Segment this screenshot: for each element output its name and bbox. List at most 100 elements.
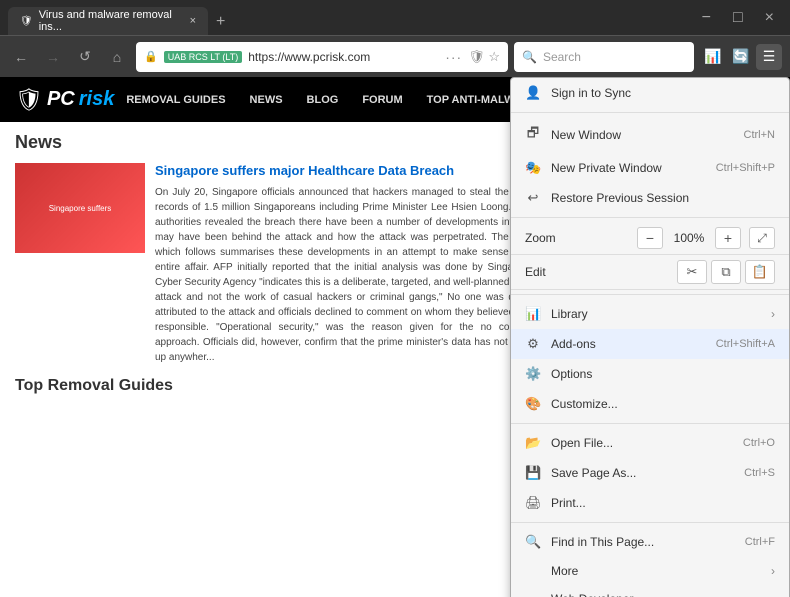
browser-frame: 🛡 Virus and malware removal ins... × + −… — [0, 0, 790, 597]
options-icon: ⚙️ — [525, 366, 541, 382]
menu-new-window[interactable]: 🗗 New Window Ctrl+N — [511, 117, 789, 153]
cut-button[interactable]: ✂ — [677, 260, 707, 284]
main-article-title[interactable]: Singapore suffers major Healthcare Data … — [155, 163, 540, 180]
find-icon: 🔍 — [525, 534, 541, 550]
logo-risk: risk — [79, 88, 115, 111]
find-shortcut: Ctrl+F — [745, 536, 775, 548]
zoom-minus-button[interactable]: − — [637, 227, 663, 249]
org-badge: UAB RCS LT (LT) — [164, 51, 243, 63]
reload-button[interactable]: ↺ — [72, 44, 98, 70]
nav-forum[interactable]: FORUM — [350, 94, 414, 106]
active-tab[interactable]: 🛡 Virus and malware removal ins... × — [8, 7, 208, 35]
maximize-button[interactable]: □ — [725, 0, 751, 35]
zoom-fullscreen-button[interactable]: ⤢ — [749, 227, 775, 249]
lock-icon: 🔒 — [144, 50, 158, 63]
menu-print[interactable]: 🖨 Print... — [511, 488, 789, 518]
main-article-body: On July 20, Singapore officials announce… — [155, 185, 540, 365]
menu-restore-session[interactable]: ↩ Restore Previous Session — [511, 183, 789, 213]
addons-icon: ⚙ — [525, 336, 541, 352]
search-icon: 🔍 — [522, 50, 537, 64]
edit-label: Edit — [525, 265, 673, 279]
copy-button[interactable]: ⧉ — [711, 260, 741, 284]
minimize-button[interactable]: − — [694, 0, 719, 35]
edit-control: Edit ✂ ⧉ 📋 — [511, 255, 789, 290]
zoom-plus-button[interactable]: + — [715, 227, 741, 249]
address-bar[interactable]: 🔒 UAB RCS LT (LT) https://www.pcrisk.com… — [136, 42, 508, 72]
reader-mode-icon[interactable]: 📊 — [700, 44, 726, 70]
paste-button[interactable]: 📋 — [745, 260, 775, 284]
tab-favicon: 🛡 — [20, 16, 33, 27]
back-button[interactable]: ← — [8, 44, 34, 70]
forward-button[interactable]: → — [40, 44, 66, 70]
website-content: 🛡 PC risk REMOVAL GUIDES NEWS BLOG FORUM… — [0, 77, 790, 597]
url-text: https://www.pcrisk.com — [248, 50, 439, 64]
save-page-label: Save Page As... — [551, 466, 734, 480]
options-label: Options — [551, 367, 775, 381]
logo-pc: PC — [47, 88, 75, 111]
menu-open-file[interactable]: 📂 Open File... Ctrl+O — [511, 428, 789, 458]
menu-private-window[interactable]: 🎭 New Private Window Ctrl+Shift+P — [511, 153, 789, 183]
menu-customize[interactable]: 🎨 Customize... — [511, 389, 789, 419]
menu-find[interactable]: 🔍 Find in This Page... Ctrl+F — [511, 527, 789, 557]
sync-icon[interactable]: 🔄 — [728, 44, 754, 70]
open-file-label: Open File... — [551, 436, 733, 450]
user-icon: 👤 — [525, 85, 541, 101]
zoom-control: Zoom − 100% + ⤢ — [511, 222, 789, 255]
more-arrow: › — [771, 564, 775, 578]
menu-more[interactable]: More › — [511, 557, 789, 585]
menu-separator-3 — [511, 294, 789, 295]
restore-session-label: Restore Previous Session — [551, 191, 775, 205]
address-action-icons: 🛡 ☆ — [468, 49, 500, 65]
tab-title: Virus and malware removal ins... — [39, 9, 180, 33]
new-window-label: New Window — [551, 128, 734, 142]
open-file-icon: 📂 — [525, 435, 541, 451]
new-window-shortcut: Ctrl+N — [744, 129, 775, 141]
close-button[interactable]: × — [757, 0, 782, 35]
nav-blog[interactable]: BLOG — [295, 94, 351, 106]
zoom-value: 100% — [671, 231, 707, 245]
browser-menu: 👤 Sign in to Sync 🗗 New Window Ctrl+N 🎭 … — [510, 77, 790, 597]
menu-separator-1 — [511, 112, 789, 113]
more-label: More — [551, 564, 761, 578]
save-icon: 💾 — [525, 465, 541, 481]
menu-library[interactable]: 📊 Library › — [511, 299, 789, 329]
nav-news[interactable]: NEWS — [238, 94, 295, 106]
menu-addons[interactable]: ⚙ Add-ons Ctrl+Shift+A — [511, 329, 789, 359]
menu-separator-4 — [511, 423, 789, 424]
tab-close-button[interactable]: × — [190, 15, 196, 27]
addons-shortcut: Ctrl+Shift+A — [716, 338, 775, 350]
search-placeholder: Search — [543, 50, 581, 64]
news-left: Singapore suffers Singapore suffers majo… — [15, 163, 540, 365]
search-bar[interactable]: 🔍 Search — [514, 42, 694, 72]
web-dev-label: Web Developer — [551, 592, 761, 597]
menu-sign-in[interactable]: 👤 Sign in to Sync — [511, 78, 789, 108]
nav-bar: ← → ↺ ⌂ 🔒 UAB RCS LT (LT) https://www.pc… — [0, 35, 790, 77]
menu-options[interactable]: ⚙️ Options — [511, 359, 789, 389]
print-icon: 🖨 — [525, 495, 541, 511]
zoom-label: Zoom — [525, 231, 629, 245]
new-tab-button[interactable]: + — [208, 9, 233, 35]
menu-web-developer[interactable]: Web Developer › — [511, 585, 789, 597]
nav-removal-guides[interactable]: REMOVAL GUIDES — [114, 94, 237, 106]
find-label: Find in This Page... — [551, 535, 735, 549]
toolbar-icons: 📊 🔄 ☰ — [700, 44, 782, 70]
site-logo: 🛡 PC risk — [15, 87, 114, 113]
menu-separator-2 — [511, 217, 789, 218]
menu-save-page[interactable]: 💾 Save Page As... Ctrl+S — [511, 458, 789, 488]
private-window-label: New Private Window — [551, 161, 706, 175]
main-article-image: Singapore suffers — [15, 163, 145, 253]
home-button[interactable]: ⌂ — [104, 44, 130, 70]
main-article: Singapore suffers Singapore suffers majo… — [15, 163, 540, 365]
private-window-shortcut: Ctrl+Shift+P — [716, 162, 775, 174]
new-window-icon: 🗗 — [525, 124, 541, 146]
menu-separator-5 — [511, 522, 789, 523]
restore-icon: ↩ — [525, 190, 541, 206]
private-icon: 🎭 — [525, 160, 541, 176]
sign-in-label: Sign in to Sync — [551, 86, 775, 100]
web-dev-arrow: › — [771, 592, 775, 597]
library-label: Library — [551, 307, 761, 321]
customize-label: Customize... — [551, 397, 775, 411]
addons-label: Add-ons — [551, 337, 706, 351]
library-icon: 📊 — [525, 306, 541, 322]
menu-icon[interactable]: ☰ — [756, 44, 782, 70]
